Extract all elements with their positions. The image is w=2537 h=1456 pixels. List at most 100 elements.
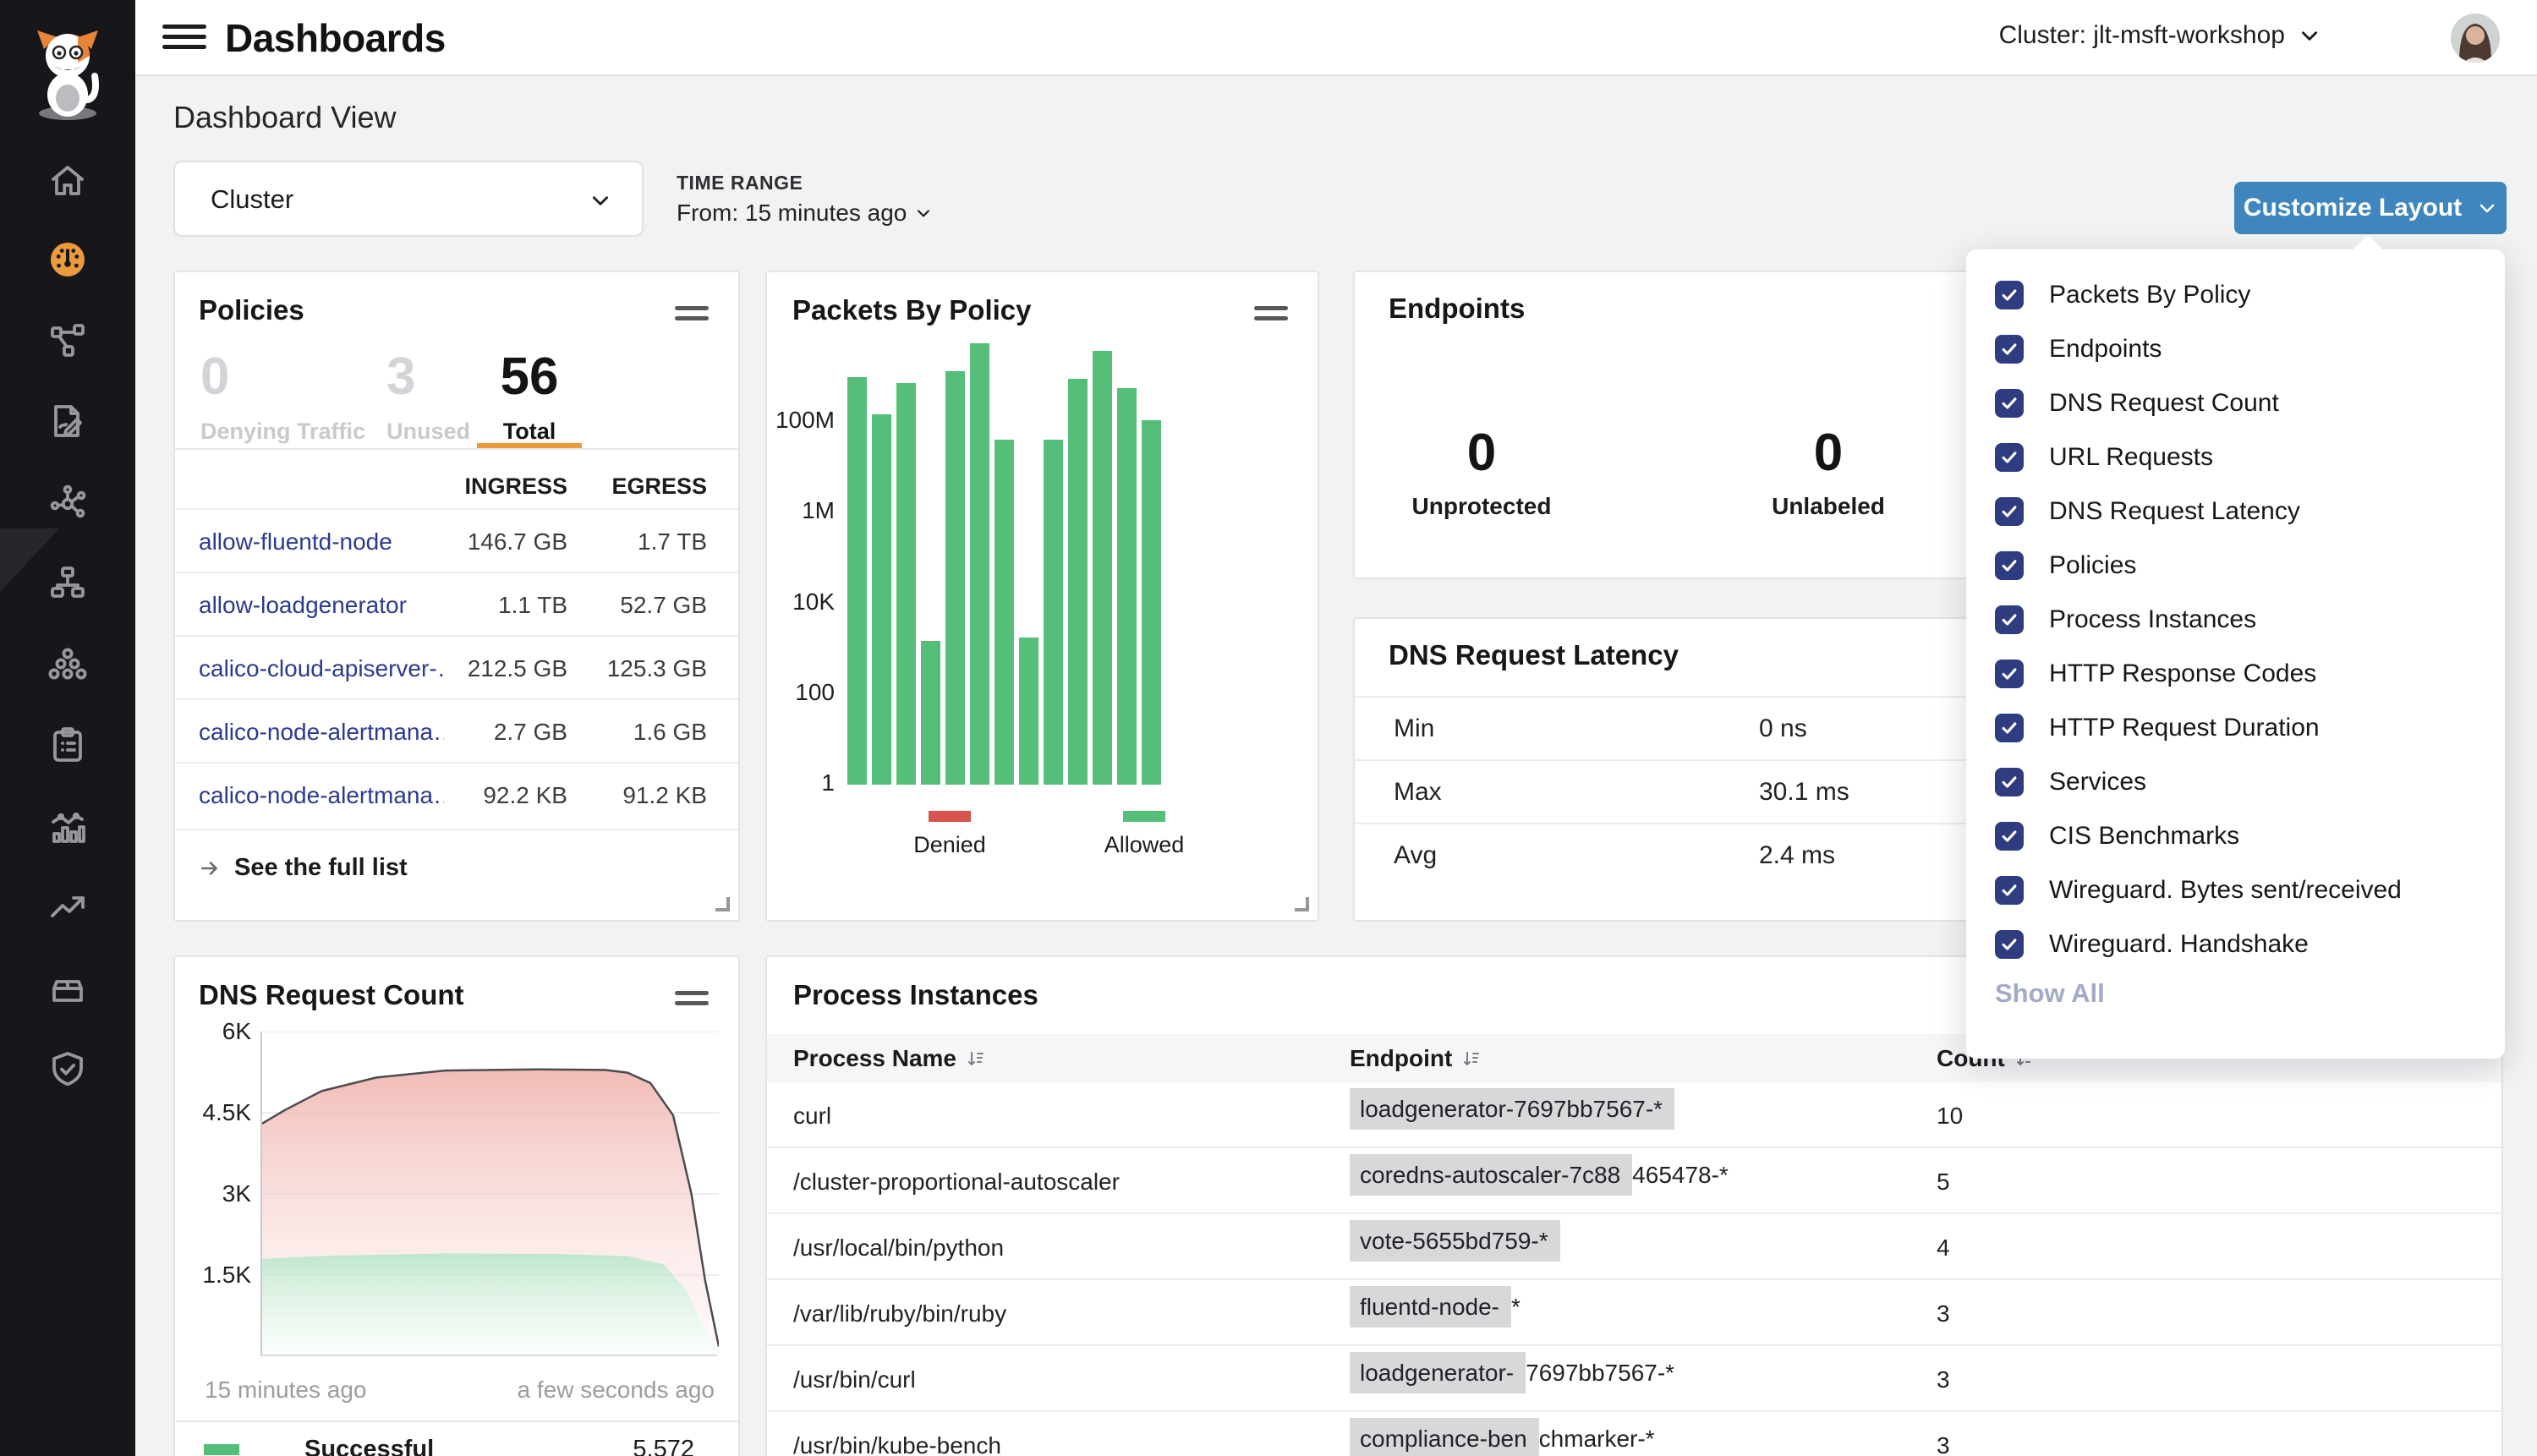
egress-column-header[interactable]: EGRESS — [611, 473, 707, 500]
dashboard-gauge-icon[interactable] — [47, 239, 88, 280]
policy-link[interactable]: calico-node-alertmana… — [199, 719, 444, 746]
ingress-column-header[interactable]: INGRESS — [464, 473, 567, 500]
policy-link[interactable]: calico-node-alertmana… — [199, 782, 444, 809]
activity-stats-icon[interactable] — [47, 806, 88, 846]
chevron-down-icon — [2477, 198, 2497, 218]
endpoints-molecule-icon[interactable] — [47, 482, 88, 523]
checkbox-checked[interactable] — [1995, 497, 2024, 526]
x-axis-label-start: 15 minutes ago — [205, 1377, 366, 1404]
layout-menu-item-services[interactable]: Services — [1995, 755, 2402, 809]
network-sitemap-icon[interactable] — [47, 563, 88, 604]
checkbox-checked[interactable] — [1995, 281, 2024, 309]
checkbox-checked[interactable] — [1995, 335, 2024, 364]
policy-bar[interactable] — [995, 440, 1014, 785]
bars — [847, 328, 1203, 785]
drag-handle-icon[interactable] — [675, 991, 709, 1011]
dns-legend-row[interactable]: Successful 5,572 — [175, 1420, 738, 1422]
checkbox-checked[interactable] — [1995, 714, 2024, 742]
policy-bar[interactable] — [1068, 379, 1088, 785]
legend-denied[interactable]: Denied — [899, 811, 1000, 858]
user-avatar[interactable] — [2451, 14, 2500, 63]
layout-menu-item-url-requests[interactable]: URL Requests — [1995, 430, 2402, 484]
x-axis-label-end: a few seconds ago — [518, 1377, 715, 1404]
policy-bar[interactable] — [970, 343, 989, 785]
layout-menu-item-http-request-duration[interactable]: HTTP Request Duration — [1995, 701, 2402, 755]
customize-layout-button[interactable]: Customize Layout — [2234, 182, 2507, 234]
process-name: /usr/bin/kube-bench — [793, 1432, 1001, 1456]
process-name-column-header[interactable]: Process Name — [793, 1045, 985, 1072]
layout-menu-item-cis-benchmarks[interactable]: CIS Benchmarks — [1995, 809, 2402, 863]
process-row: /usr/bin/kube-benchcompliance-benchmarke… — [767, 1412, 2501, 1456]
menu-hamburger-icon[interactable] — [162, 25, 206, 52]
policies-tab-total[interactable]: 56Total — [477, 347, 582, 445]
layout-menu-item-packets-by-policy[interactable]: Packets By Policy — [1995, 268, 2402, 322]
drag-handle-icon[interactable] — [675, 306, 709, 326]
security-shield-icon[interactable] — [47, 1048, 88, 1089]
policy-bar[interactable] — [1142, 420, 1161, 785]
time-range-value[interactable]: From: 15 minutes ago — [677, 200, 932, 227]
layout-menu-item-process-instances[interactable]: Process Instances — [1995, 593, 2402, 647]
policy-editor-icon[interactable] — [47, 401, 88, 441]
egress-value: 91.2 KB — [622, 782, 707, 809]
endpoint-column-header[interactable]: Endpoint — [1350, 1045, 1481, 1072]
endpoint-value: fluentd-node-* — [1350, 1294, 1521, 1321]
resize-handle[interactable] — [1295, 897, 1309, 911]
dns-plot — [260, 1032, 717, 1356]
checkbox-checked[interactable] — [1995, 551, 2024, 580]
policy-bar[interactable] — [847, 377, 867, 785]
policy-bar[interactable] — [896, 383, 916, 785]
checkbox-checked[interactable] — [1995, 443, 2024, 472]
layout-menu-item-policies[interactable]: Policies — [1995, 539, 2402, 593]
legend-allowed[interactable]: Allowed — [1093, 811, 1195, 858]
service-graph-icon[interactable] — [47, 320, 88, 361]
y-axis-tick: 6K — [190, 1018, 251, 1045]
dns-request-count-card: DNS Request Count 6K4.5K3K1.5K15 minutes… — [173, 955, 740, 1456]
policy-link[interactable]: calico-cloud-apiserver-… — [199, 655, 444, 682]
drag-handle-icon[interactable] — [1254, 306, 1288, 326]
card-title: Process Instances — [793, 979, 1038, 1011]
checkbox-checked[interactable] — [1995, 389, 2024, 418]
policy-bar[interactable] — [1019, 638, 1038, 785]
endpoint-highlight: loadgenerator-7697bb7567-* — [1350, 1088, 1674, 1130]
dashboard-view-select[interactable]: Cluster — [173, 161, 644, 237]
checkbox-checked[interactable] — [1995, 605, 2024, 634]
layout-menu-item-http-response-codes[interactable]: HTTP Response Codes — [1995, 647, 2402, 701]
resize-handle[interactable] — [715, 897, 730, 911]
layout-menu-item-wireguard-bytes-sent-received[interactable]: Wireguard. Bytes sent/received — [1995, 863, 2402, 917]
layout-menu-item-dns-request-count[interactable]: DNS Request Count — [1995, 376, 2402, 430]
calico-cat-logo[interactable] — [25, 24, 110, 123]
checkbox-checked[interactable] — [1995, 768, 2024, 796]
policies-tab-denying-traffic[interactable]: 0Denying Traffic — [200, 347, 365, 445]
endpoint-value: coredns-autoscaler-7c88465478-* — [1350, 1162, 1729, 1189]
policy-bar[interactable] — [945, 371, 965, 785]
checkbox-checked[interactable] — [1995, 822, 2024, 851]
endpoint-highlight: loadgenerator- — [1350, 1352, 1526, 1393]
compliance-clipboard-icon[interactable] — [47, 725, 88, 765]
layout-menu-item-endpoints[interactable]: Endpoints — [1995, 322, 2402, 376]
policy-bar[interactable] — [1093, 351, 1112, 785]
checkbox-checked[interactable] — [1995, 876, 2024, 905]
threat-trend-icon[interactable] — [47, 886, 88, 927]
checkbox-checked[interactable] — [1995, 660, 2024, 688]
policy-bar[interactable] — [1117, 388, 1137, 785]
policy-bar[interactable] — [921, 641, 940, 785]
policy-bar[interactable] — [872, 414, 891, 785]
home-icon[interactable] — [47, 161, 88, 201]
checkbox-checked[interactable] — [1995, 930, 2024, 959]
process-name: /var/lib/ruby/bin/ruby — [793, 1300, 1006, 1327]
count-value: 5 — [1937, 1169, 1950, 1196]
process-row: /var/lib/ruby/bin/rubyfluentd-node-*3 — [767, 1280, 2501, 1346]
show-all-link[interactable]: Show All — [1995, 978, 2105, 1009]
policies-tab-unused[interactable]: 3Unused — [386, 347, 470, 445]
endpoints-stat-unprotected: 0Unprotected — [1380, 423, 1583, 520]
manage-package-icon[interactable] — [47, 967, 88, 1008]
policy-bar[interactable] — [1044, 440, 1063, 785]
policy-link[interactable]: allow-loadgenerator — [199, 592, 407, 619]
policy-link[interactable]: allow-fluentd-node — [199, 528, 392, 556]
layout-menu-item-wireguard-handshake[interactable]: Wireguard. Handshake — [1995, 917, 2402, 972]
policy-row: calico-cloud-apiserver-…212.5 GB125.3 GB — [175, 635, 738, 698]
layout-menu-item-dns-request-latency[interactable]: DNS Request Latency — [1995, 484, 2402, 539]
cluster-selector[interactable]: Cluster: jlt-msft-workshop — [1999, 21, 2321, 50]
image-cluster-icon[interactable] — [47, 643, 88, 684]
see-full-list-link[interactable]: See the full list — [199, 854, 738, 882]
